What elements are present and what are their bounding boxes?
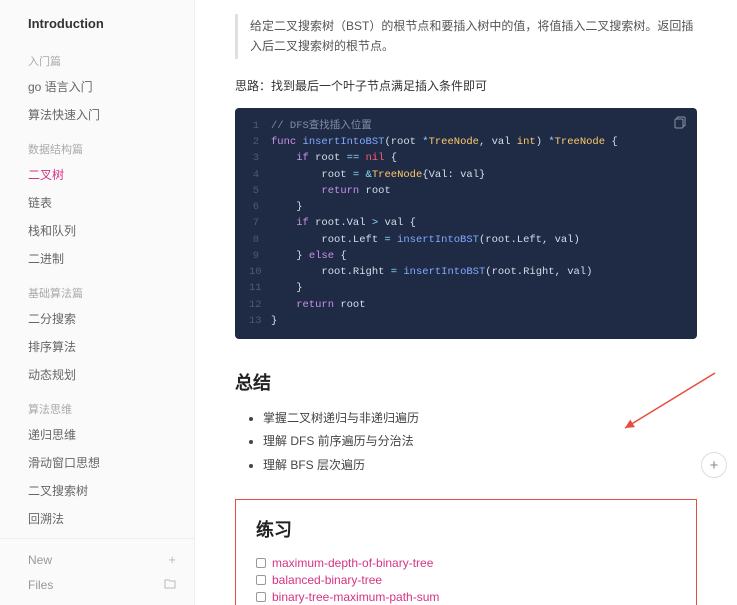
- sidebar-item[interactable]: 二进制: [0, 245, 194, 273]
- sidebar-item[interactable]: 二叉树: [0, 161, 194, 189]
- line-number: 13: [249, 313, 271, 329]
- practice-link[interactable]: binary-tree-maximum-path-sum: [272, 590, 439, 604]
- plus-icon: +: [168, 552, 176, 567]
- line-number: 11: [249, 280, 271, 296]
- sidebar-footer: New + Files: [0, 538, 194, 605]
- practice-item: balanced-binary-tree: [256, 573, 676, 587]
- thought-label: 思路：: [235, 79, 271, 93]
- sidebar-group-label: 数据结构篇: [0, 129, 194, 161]
- sidebar-files-label: Files: [28, 578, 53, 592]
- practice-heading: 练习: [256, 516, 676, 542]
- code-line: 9 } else {: [249, 248, 683, 264]
- plus-icon: +: [710, 457, 719, 474]
- sidebar-title[interactable]: Introduction: [0, 12, 194, 41]
- code-block: 1// DFS查找插入位置2func insertIntoBST(root *T…: [235, 108, 697, 339]
- code-line: 12 return root: [249, 297, 683, 313]
- line-number: 8: [249, 232, 271, 248]
- sidebar-item[interactable]: 二叉搜索树: [0, 477, 194, 505]
- code-line: 8 root.Left = insertIntoBST(root.Left, v…: [249, 232, 683, 248]
- code-line: 13}: [249, 313, 683, 329]
- code-line: 5 return root: [249, 183, 683, 199]
- sidebar-item[interactable]: 二分搜索: [0, 305, 194, 333]
- code-line: 2func insertIntoBST(root *TreeNode, val …: [249, 134, 683, 150]
- code-content: 1// DFS查找插入位置2func insertIntoBST(root *T…: [249, 118, 683, 329]
- line-number: 9: [249, 248, 271, 264]
- practice-link[interactable]: maximum-depth-of-binary-tree: [272, 556, 433, 570]
- checkbox-icon[interactable]: [256, 592, 266, 602]
- line-number: 5: [249, 183, 271, 199]
- line-number: 2: [249, 134, 271, 150]
- sidebar-item[interactable]: 回溯法: [0, 505, 194, 533]
- sidebar-item[interactable]: 动态规划: [0, 361, 194, 389]
- line-number: 10: [249, 264, 271, 280]
- sidebar-group-label: 入门篇: [0, 41, 194, 73]
- checkbox-icon[interactable]: [256, 575, 266, 585]
- main-content: 给定二叉搜索树（BST）的根节点和要插入树中的值，将值插入二叉搜索树。返回插入后…: [195, 0, 737, 605]
- thought-text: 找到最后一个叶子节点满足插入条件即可: [271, 79, 487, 93]
- sidebar-group-label: 基础算法篇: [0, 273, 194, 305]
- sidebar-item[interactable]: 链表: [0, 189, 194, 217]
- summary-item: 理解 BFS 层次遍历: [263, 456, 697, 475]
- line-number: 4: [249, 167, 271, 183]
- line-number: 7: [249, 215, 271, 231]
- code-line: 3 if root == nil {: [249, 150, 683, 166]
- summary-item: 理解 DFS 前序遍历与分治法: [263, 432, 697, 451]
- practice-item: binary-tree-maximum-path-sum: [256, 590, 676, 604]
- folder-icon: [164, 577, 176, 592]
- sidebar-new-label: New: [28, 553, 52, 567]
- code-line: 11 }: [249, 280, 683, 296]
- sidebar-item[interactable]: 排序算法: [0, 333, 194, 361]
- practice-box: 练习 maximum-depth-of-binary-tree balanced-…: [235, 499, 697, 605]
- sidebar-item[interactable]: 栈和队列: [0, 217, 194, 245]
- summary-list: 掌握二叉树递归与非递归遍历理解 DFS 前序遍历与分治法理解 BFS 层次遍历: [235, 409, 697, 475]
- sidebar-item[interactable]: 递归思维: [0, 421, 194, 449]
- code-line: 7 if root.Val > val {: [249, 215, 683, 231]
- line-number: 6: [249, 199, 271, 215]
- sidebar-item[interactable]: 算法快速入门: [0, 101, 194, 129]
- line-number: 12: [249, 297, 271, 313]
- add-button[interactable]: +: [701, 452, 727, 478]
- line-number: 1: [249, 118, 271, 134]
- code-line: 4 root = &TreeNode{Val: val}: [249, 167, 683, 183]
- code-line: 10 root.Right = insertIntoBST(root.Right…: [249, 264, 683, 280]
- sidebar-files[interactable]: Files: [0, 572, 194, 597]
- line-number: 3: [249, 150, 271, 166]
- practice-item: maximum-depth-of-binary-tree: [256, 556, 676, 570]
- problem-quote: 给定二叉搜索树（BST）的根节点和要插入树中的值，将值插入二叉搜索树。返回插入后…: [235, 14, 697, 59]
- code-line: 1// DFS查找插入位置: [249, 118, 683, 134]
- sidebar-content: Introduction 入门篇go 语言入门算法快速入门数据结构篇二叉树链表栈…: [0, 12, 194, 538]
- thought-para: 思路：找到最后一个叶子节点满足插入条件即可: [235, 77, 697, 94]
- sidebar-item[interactable]: go 语言入门: [0, 73, 194, 101]
- sidebar: Introduction 入门篇go 语言入门算法快速入门数据结构篇二叉树链表栈…: [0, 0, 195, 605]
- summary-heading: 总结: [235, 369, 697, 395]
- code-line: 6 }: [249, 199, 683, 215]
- summary-item: 掌握二叉树递归与非递归遍历: [263, 409, 697, 428]
- copy-icon[interactable]: [674, 116, 687, 132]
- sidebar-new[interactable]: New +: [0, 547, 194, 572]
- practice-link[interactable]: balanced-binary-tree: [272, 573, 382, 587]
- checkbox-icon[interactable]: [256, 558, 266, 568]
- sidebar-group-label: 算法思维: [0, 389, 194, 421]
- sidebar-item[interactable]: 滑动窗口思想: [0, 449, 194, 477]
